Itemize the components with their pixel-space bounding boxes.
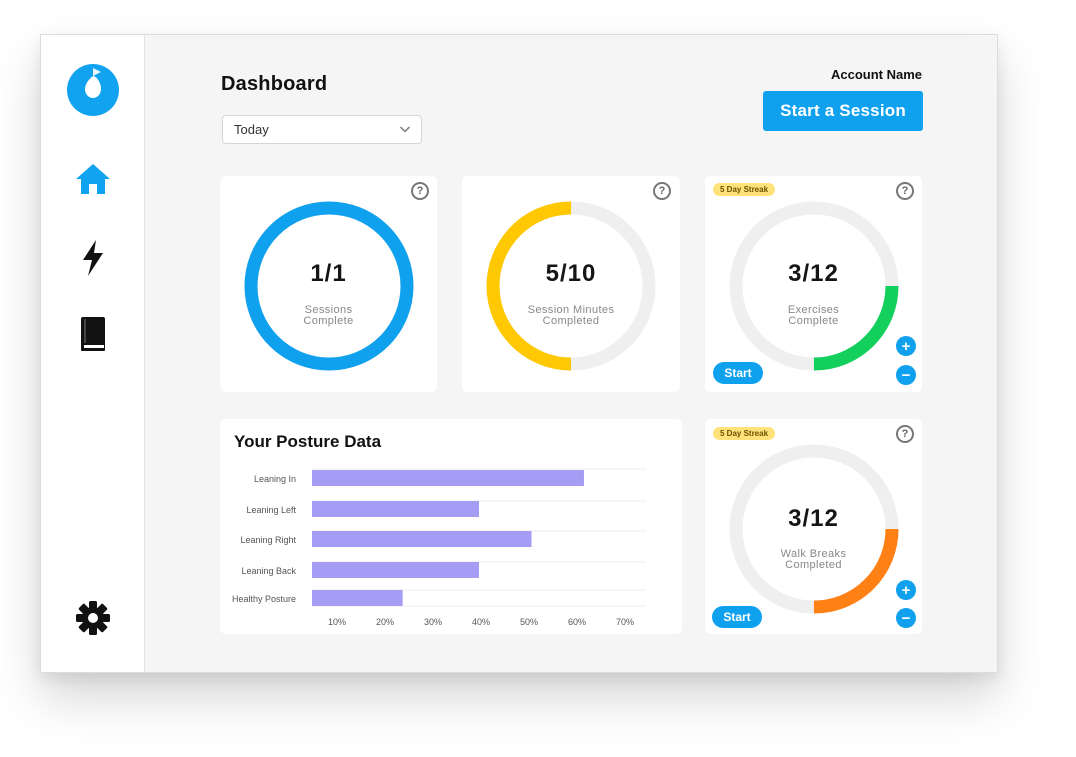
walk-breaks-value: 3/12 [788, 505, 839, 532]
x-tick-label: 50% [520, 617, 538, 627]
category-label: Leaning Right [240, 535, 296, 545]
increment-button[interactable]: + [896, 336, 916, 356]
lightning-icon [82, 240, 103, 276]
minutes-card: ? 5/10 Session Minutes Completed [462, 176, 680, 392]
minutes-value: 5/10 [545, 260, 597, 287]
sessions-value: 1/1 [310, 260, 347, 287]
sidebar-item-activity[interactable] [41, 240, 144, 276]
x-tick-label: 60% [568, 617, 586, 627]
sidebar-item-library[interactable] [41, 317, 144, 351]
category-label: Leaning In [254, 474, 296, 484]
sessions-label: Sessions Complete [303, 304, 354, 327]
posture-bar-chart: Leaning In Leaning Left Leaning Right Leani… [232, 468, 646, 627]
gear-icon [75, 601, 110, 635]
walk-breaks-card: 5 Day Streak ? 3/12 Walk Breaks Complete… [705, 419, 922, 634]
sessions-card: ? 1/1 Sessions Complete [220, 176, 437, 392]
x-tick-label: 10% [328, 617, 346, 627]
help-icon[interactable]: ? [896, 425, 914, 443]
exercises-value: 3/12 [788, 260, 839, 287]
sidebar-item-home[interactable] [41, 163, 144, 195]
help-icon[interactable]: ? [653, 182, 671, 200]
decrement-button[interactable]: − [896, 365, 916, 385]
bar [312, 531, 532, 547]
minutes-label: Session Minutes Completed [527, 304, 615, 327]
chevron-down-icon [399, 126, 411, 133]
sidebar [41, 35, 145, 672]
exercises-card: 5 Day Streak ? 3/12 Exercises Complete S… [705, 176, 922, 392]
exercises-label: Exercises Complete [787, 304, 840, 327]
x-tick-label: 40% [472, 617, 490, 627]
bar [312, 470, 584, 486]
bar [312, 501, 479, 517]
app-window: Dashboard Account Name Start a Session T… [40, 34, 998, 673]
start-exercises-button[interactable]: Start [713, 362, 763, 384]
walk-breaks-label: Walk Breaks Completed [780, 548, 847, 571]
period-select-value: Today [234, 122, 269, 137]
logo-icon [66, 64, 119, 116]
bar [312, 562, 479, 578]
x-tick-label: 30% [424, 617, 442, 627]
decrement-button[interactable]: − [896, 608, 916, 628]
home-icon [75, 164, 110, 194]
x-tick-label: 70% [616, 617, 634, 627]
start-session-button[interactable]: Start a Session [763, 91, 923, 131]
category-label: Healthy Posture [232, 594, 296, 604]
help-icon[interactable]: ? [411, 182, 429, 200]
period-select[interactable]: Today [222, 115, 422, 144]
help-icon[interactable]: ? [896, 182, 914, 200]
account-name[interactable]: Account Name [831, 67, 922, 82]
increment-button[interactable]: + [896, 580, 916, 600]
posture-card: Your Posture Data Leaning In Leaning Left… [220, 419, 682, 634]
page-title: Dashboard [221, 73, 328, 95]
x-tick-label: 20% [376, 617, 394, 627]
bar [312, 590, 403, 606]
book-icon [80, 317, 105, 351]
category-label: Leaning Left [246, 505, 296, 515]
streak-badge: 5 Day Streak [713, 427, 776, 440]
category-label: Leaning Back [241, 566, 296, 576]
start-walk-break-button[interactable]: Start [712, 606, 762, 628]
streak-badge: 5 Day Streak [713, 183, 776, 196]
settings-button[interactable] [41, 600, 144, 636]
app-logo[interactable] [41, 63, 144, 117]
